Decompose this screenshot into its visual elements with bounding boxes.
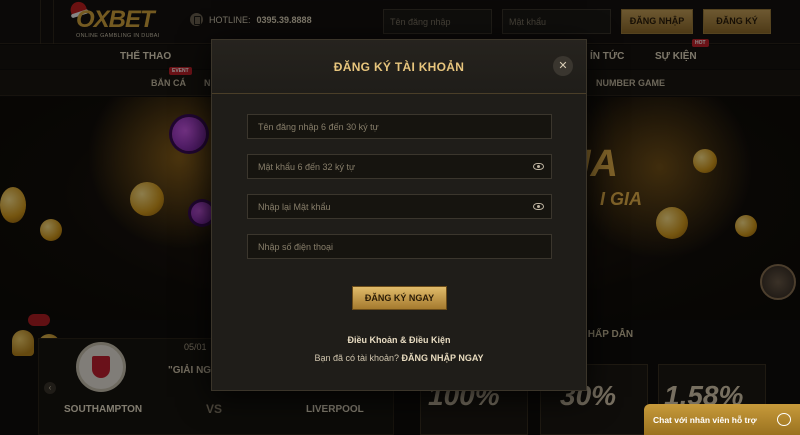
eye-icon[interactable] <box>533 203 544 210</box>
login-prompt-row: Bạn đã có tài khoản? ĐĂNG NHẬP NGAY <box>212 353 586 363</box>
phone-field[interactable] <box>247 234 552 259</box>
modal-title: ĐĂNG KÝ TÀI KHOẢN <box>333 60 465 74</box>
username-field[interactable] <box>247 114 552 139</box>
chat-label: Chat với nhân viên hỗ trợ <box>653 415 757 425</box>
password-field[interactable] <box>247 154 552 179</box>
eye-icon[interactable] <box>533 163 544 170</box>
close-icon[interactable]: ✕ <box>553 56 573 76</box>
terms-link[interactable]: Điều Khoản & Điều Kiện <box>212 335 586 345</box>
register-now-button[interactable]: ĐĂNG KÝ NGAY <box>352 286 447 310</box>
chat-bubble-icon <box>777 413 791 426</box>
login-prompt-text: Bạn đã có tài khoản? <box>314 353 400 363</box>
register-modal: ĐĂNG KÝ TÀI KHOẢN ✕ ĐĂNG KÝ NGAY Điều Kh… <box>211 39 587 391</box>
modal-header: ĐĂNG KÝ TÀI KHOẢN ✕ <box>212 40 586 94</box>
confirm-password-field[interactable] <box>247 194 552 219</box>
login-now-link[interactable]: ĐĂNG NHẬP NGAY <box>402 353 484 363</box>
support-chat-button[interactable]: Chat với nhân viên hỗ trợ <box>644 404 800 435</box>
